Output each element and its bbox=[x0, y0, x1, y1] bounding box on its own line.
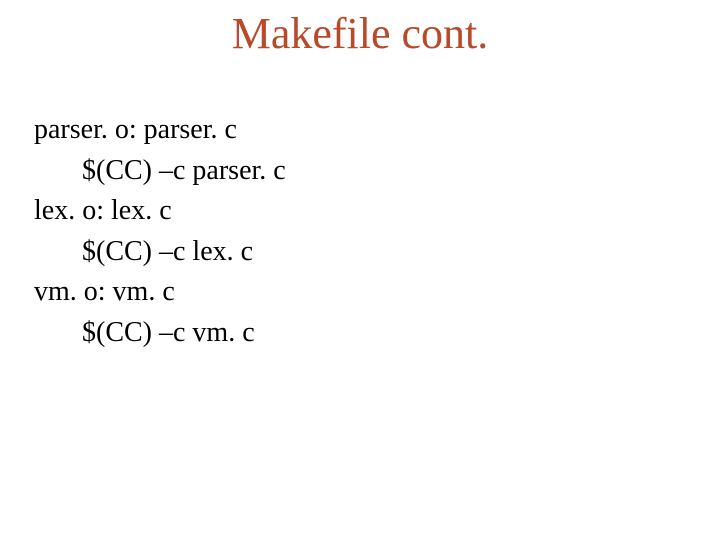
code-line: $(CC) –c vm. c bbox=[34, 313, 674, 354]
code-line: lex. o: lex. c bbox=[34, 191, 674, 232]
code-line: $(CC) –c parser. c bbox=[34, 151, 674, 192]
code-line: parser. o: parser. c bbox=[34, 110, 674, 151]
code-line: vm. o: vm. c bbox=[34, 272, 674, 313]
slide-body: parser. o: parser. c $(CC) –c parser. c … bbox=[34, 110, 674, 354]
slide-title: Makefile cont. bbox=[0, 8, 720, 59]
code-line: $(CC) –c lex. c bbox=[34, 232, 674, 273]
slide: Makefile cont. parser. o: parser. c $(CC… bbox=[0, 0, 720, 540]
